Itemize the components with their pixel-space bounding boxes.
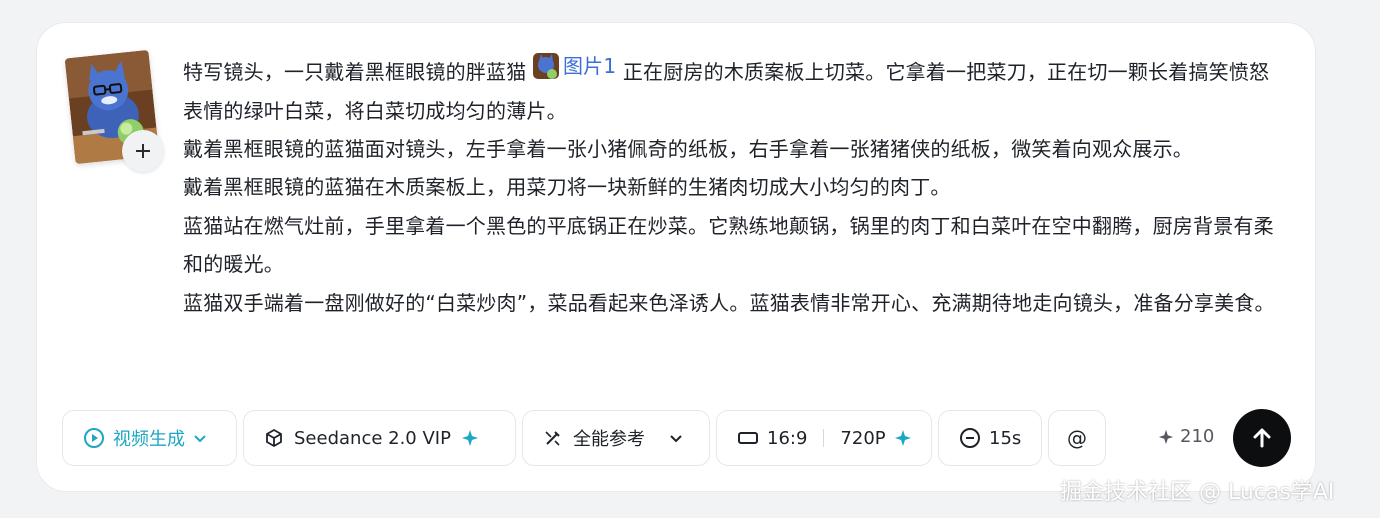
sparkle-icon bbox=[461, 430, 478, 446]
at-icon: @ bbox=[1067, 426, 1087, 450]
sparkle-icon bbox=[894, 430, 911, 446]
add-image-button[interactable] bbox=[122, 130, 164, 172]
arrow-up-icon bbox=[1253, 428, 1271, 448]
watermark: 掘金技术社区 @ Lucas学AI bbox=[1060, 480, 1335, 505]
prompt-paragraph-2: 戴着黑框眼镜的蓝猫面对镜头，左手拿着一张小猪佩奇的纸板，右手拿着一张猪猪侠的纸板… bbox=[183, 137, 1193, 162]
reference-chip[interactable]: 图片1 bbox=[532, 47, 617, 85]
magic-pen-icon bbox=[545, 431, 560, 446]
ratio-label: 16:9 bbox=[767, 427, 808, 449]
mention-button[interactable]: @ bbox=[1048, 410, 1106, 466]
ratio-resolution-selector[interactable]: 16:9 720P bbox=[716, 410, 932, 466]
timer-icon bbox=[960, 428, 980, 448]
reference-chip-thumbnail bbox=[532, 53, 559, 80]
resolution-label: 720P bbox=[840, 427, 886, 449]
sparkle-icon bbox=[1158, 429, 1174, 444]
credit-cost: 210 bbox=[1158, 426, 1214, 447]
model-label: Seedance 2.0 VIP bbox=[294, 427, 451, 449]
mode-dropdown[interactable]: 视频生成 bbox=[62, 410, 237, 466]
prompt-paragraph-1: 特写镜头，一只戴着黑框眼镜的胖蓝猫 图片1 正在厨房的木质案板上切菜。它拿着一把… bbox=[183, 47, 1283, 130]
chevron-down-icon bbox=[669, 431, 683, 445]
prompt-text-segment: 特写镜头，一只戴着黑框眼镜的胖蓝猫 bbox=[183, 60, 527, 85]
plus-icon bbox=[136, 144, 150, 158]
model-selector[interactable]: Seedance 2.0 VIP bbox=[243, 410, 516, 466]
video-play-icon bbox=[84, 428, 104, 448]
prompt-paragraph-5: 蓝猫双手端着一盘刚做好的“白菜炒肉”，菜品看起来色泽诱人。蓝猫表情非常开心、充满… bbox=[183, 290, 1275, 315]
prompt-text[interactable]: 特写镜头，一只戴着黑框眼镜的胖蓝猫 图片1 正在厨房的木质案板上切菜。它拿着一把… bbox=[183, 47, 1283, 322]
credit-cost-value: 210 bbox=[1180, 426, 1215, 447]
duration-selector[interactable]: 15s bbox=[938, 410, 1042, 466]
mode-label: 视频生成 bbox=[113, 429, 185, 450]
prompt-paragraph-4: 蓝猫站在燃气灶前，手里拿着一个黑色的平底锅正在炒菜。它熟练地颠锅，锅里的肉丁和白… bbox=[183, 213, 1274, 277]
cube-icon bbox=[266, 428, 282, 448]
divider bbox=[823, 429, 825, 447]
send-button[interactable] bbox=[1233, 409, 1291, 467]
chevron-down-icon bbox=[193, 431, 207, 445]
prompt-paragraph-3: 戴着黑框眼镜的蓝猫在木质案板上，用菜刀将一块新鲜的生猪肉切成大小均匀的肉丁。 bbox=[183, 175, 951, 200]
duration-label: 15s bbox=[989, 427, 1022, 449]
reference-mode-dropdown[interactable]: 全能参考 bbox=[522, 410, 710, 466]
reference-chip-label: 图片1 bbox=[562, 54, 617, 78]
reference-mode-label: 全能参考 bbox=[573, 429, 645, 450]
aspect-rect-icon bbox=[738, 432, 758, 444]
